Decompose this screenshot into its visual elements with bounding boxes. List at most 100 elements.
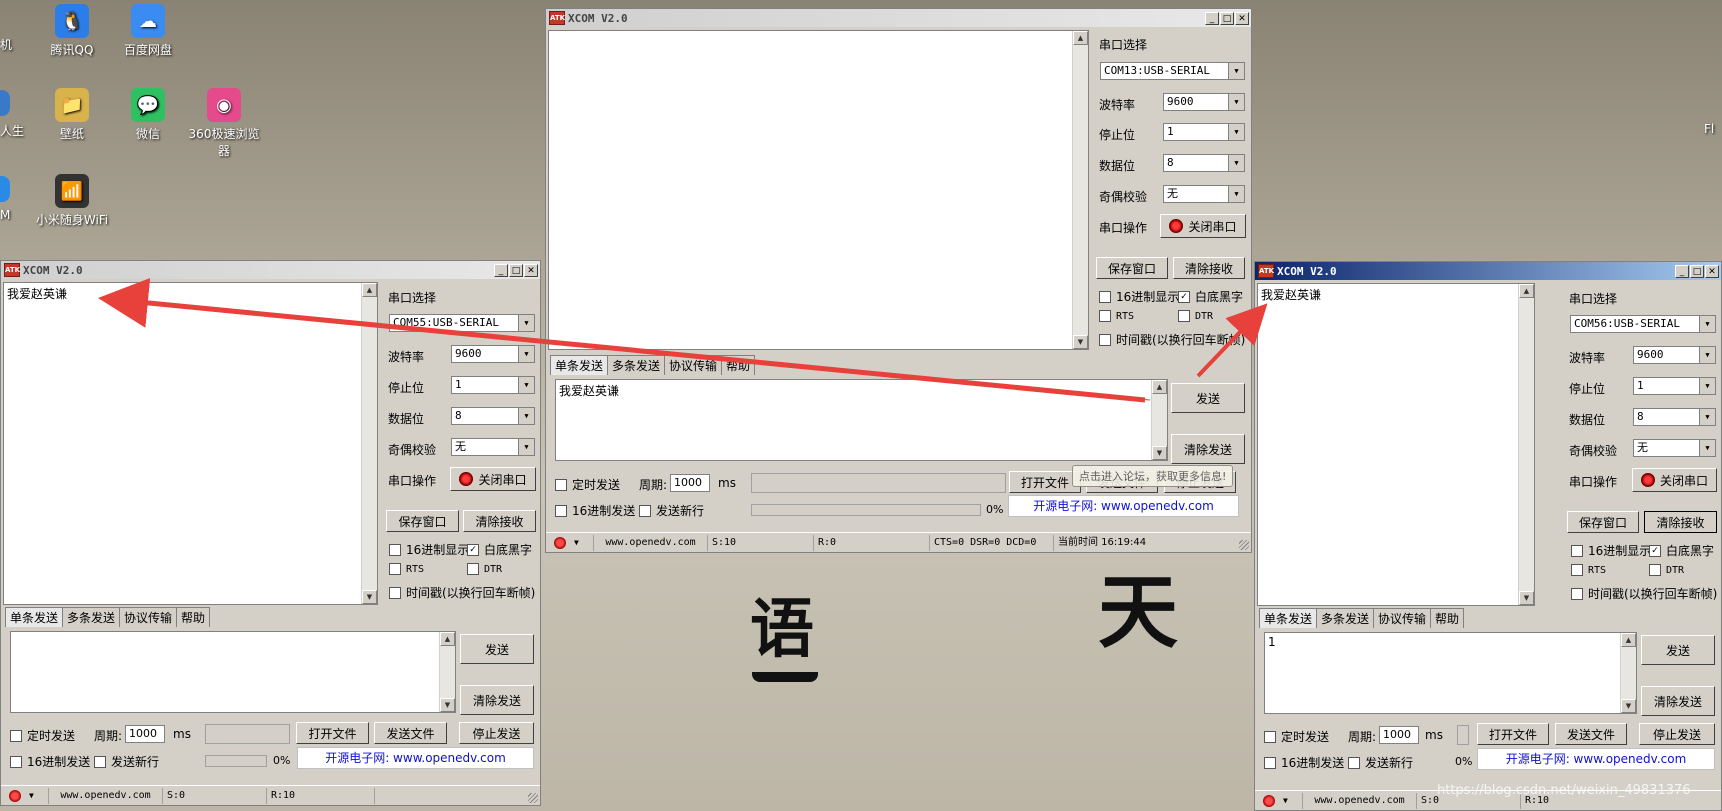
openedv-link[interactable]: 开源电子网: www.openedv.com — [297, 747, 534, 769]
desktop-icon-baidu-netdisk[interactable]: ☁ 百度网盘 — [108, 4, 188, 58]
status-dropdown[interactable]: ▼ — [570, 534, 594, 551]
baud-combo[interactable]: 9600 ▼ — [451, 345, 535, 363]
desktop-icon-qq[interactable]: 🐧 腾讯QQ — [32, 4, 112, 58]
timestamp-checkbox[interactable]: 时间戳(以换行回车断帧) — [1099, 331, 1245, 348]
tab-help[interactable]: 帮助 — [721, 355, 756, 375]
tab-protocol[interactable]: 协议传输 — [1373, 608, 1432, 628]
send-textarea[interactable]: 1 ▲ ▼ — [1264, 632, 1637, 714]
window-titlebar[interactable]: ATK XCOM V2.0 _ □ ✕ — [1255, 262, 1721, 280]
white-bg-checkbox[interactable]: ✓ 白底黑字 — [467, 541, 532, 558]
port-combo[interactable]: COM56:USB-SERIAL ▼ — [1570, 315, 1716, 333]
status-dropdown[interactable]: ▼ — [25, 787, 49, 804]
scroll-up-icon[interactable]: ▲ — [362, 283, 377, 297]
save-window-button[interactable]: 保存窗口 — [1567, 511, 1639, 533]
send-file-button[interactable]: 发送文件 — [374, 722, 447, 744]
tab-single-send[interactable]: 单条发送 — [550, 355, 609, 375]
receive-area[interactable]: ▲ ▼ — [548, 30, 1089, 350]
scroll-down-icon[interactable]: ▼ — [1519, 591, 1534, 605]
receive-area[interactable]: 我爱赵英谦 ▲ ▼ — [1257, 283, 1535, 606]
hex-display-checkbox[interactable]: 16进制显示 — [1099, 288, 1179, 305]
tab-multi-send[interactable]: 多条发送 — [607, 355, 666, 375]
desktop-edge-icon[interactable] — [0, 176, 10, 202]
tab-multi-send[interactable]: 多条发送 — [62, 607, 121, 627]
hex-send-checkbox[interactable]: 16进制发送 — [10, 753, 90, 770]
send-scrollbar[interactable]: ▲ ▼ — [1151, 380, 1167, 460]
scroll-down-icon[interactable]: ▼ — [1073, 335, 1088, 349]
openedv-link[interactable]: 开源电子网: www.openedv.com — [1477, 748, 1715, 770]
maximize-button[interactable]: □ — [509, 263, 523, 277]
white-bg-checkbox[interactable]: ✓ 白底黑字 — [1178, 288, 1243, 305]
rts-checkbox[interactable]: RTS — [389, 563, 424, 575]
timed-send-checkbox[interactable]: 定时发送 — [10, 727, 75, 744]
send-textarea[interactable]: 我爱赵英谦 ▲ ▼ — [555, 379, 1168, 461]
resize-grip-icon[interactable] — [1239, 540, 1249, 550]
timestamp-checkbox[interactable]: 时间戳(以换行回车断帧) — [1571, 585, 1717, 602]
port-combo[interactable]: COM55:USB-SERIAL ▼ — [389, 314, 535, 332]
desktop-icon-360-browser[interactable]: ◉ 360极速浏览器 — [184, 88, 264, 159]
clear-receive-button[interactable]: 清除接收 — [463, 510, 536, 532]
white-bg-checkbox[interactable]: ✓ 白底黑字 — [1649, 542, 1714, 559]
hex-send-checkbox[interactable]: 16进制发送 — [1264, 754, 1344, 771]
window-titlebar[interactable]: ATK XCOM V2.0 _ □ ✕ — [1, 261, 540, 279]
parity-combo[interactable]: 无 ▼ — [1633, 439, 1716, 457]
dtr-checkbox[interactable]: DTR — [467, 563, 502, 575]
send-newline-checkbox[interactable]: 发送新行 — [94, 753, 159, 770]
clear-send-button[interactable]: 清除发送 — [1641, 686, 1715, 716]
window-titlebar[interactable]: ATK XCOM V2.0 _ □ ✕ — [546, 9, 1251, 27]
stop-bits-combo[interactable]: 1 ▼ — [1163, 123, 1245, 141]
data-bits-combo[interactable]: 8 ▼ — [1633, 408, 1716, 426]
send-file-button[interactable]: 发送文件 — [1555, 723, 1627, 745]
save-window-button[interactable]: 保存窗口 — [1096, 257, 1168, 279]
desktop-edge-label[interactable]: 机 — [0, 36, 12, 53]
send-newline-checkbox[interactable]: 发送新行 — [639, 502, 704, 519]
desktop-edge-label[interactable]: Fl — [1704, 122, 1714, 136]
save-window-button[interactable]: 保存窗口 — [386, 510, 459, 532]
dtr-checkbox[interactable]: DTR — [1649, 564, 1684, 576]
desktop-edge-icon[interactable] — [0, 90, 10, 116]
scroll-up-icon[interactable]: ▲ — [440, 632, 455, 646]
minimize-button[interactable]: _ — [1675, 264, 1689, 278]
stop-send-button[interactable]: 停止发送 — [1639, 723, 1715, 745]
close-port-button[interactable]: 关闭串口 — [450, 467, 536, 491]
parity-combo[interactable]: 无 ▼ — [1163, 185, 1245, 203]
tab-single-send[interactable]: 单条发送 — [5, 607, 64, 627]
clear-receive-button[interactable]: 清除接收 — [1173, 257, 1245, 279]
status-site[interactable]: www.openedv.com — [49, 787, 163, 804]
close-button[interactable]: ✕ — [524, 263, 538, 277]
period-input[interactable]: 1000 — [1379, 726, 1419, 744]
send-scrollbar[interactable]: ▲ ▼ — [439, 632, 455, 712]
scroll-down-icon[interactable]: ▼ — [1621, 699, 1636, 713]
timestamp-checkbox[interactable]: 时间戳(以换行回车断帧) — [389, 584, 535, 601]
tab-help[interactable]: 帮助 — [1430, 608, 1465, 628]
scroll-down-icon[interactable]: ▼ — [362, 590, 377, 604]
clear-send-button[interactable]: 清除发送 — [460, 685, 534, 715]
desktop-icon-wallpaper-folder[interactable]: 📁 壁纸 — [32, 88, 112, 142]
scroll-up-icon[interactable]: ▲ — [1073, 31, 1088, 45]
tab-multi-send[interactable]: 多条发送 — [1316, 608, 1375, 628]
data-bits-combo[interactable]: 8 ▼ — [1163, 154, 1245, 172]
minimize-button[interactable]: _ — [1205, 11, 1219, 25]
receive-area[interactable]: 我爱赵英谦 ▲ ▼ — [3, 282, 378, 605]
receive-scrollbar[interactable]: ▲ ▼ — [1518, 284, 1534, 605]
timed-send-checkbox[interactable]: 定时发送 — [1264, 728, 1329, 745]
desktop-edge-label[interactable]: M — [0, 208, 10, 222]
send-textarea[interactable]: ▲ ▼ — [10, 631, 456, 713]
close-port-button[interactable]: 关闭串口 — [1632, 468, 1717, 492]
data-bits-combo[interactable]: 8 ▼ — [451, 407, 535, 425]
close-button[interactable]: ✕ — [1235, 11, 1249, 25]
stop-bits-combo[interactable]: 1 ▼ — [1633, 377, 1716, 395]
baud-combo[interactable]: 9600 ▼ — [1163, 93, 1245, 111]
period-input[interactable]: 1000 — [125, 725, 165, 743]
maximize-button[interactable]: □ — [1220, 11, 1234, 25]
rts-checkbox[interactable]: RTS — [1099, 310, 1134, 322]
baud-combo[interactable]: 9600 ▼ — [1633, 346, 1716, 364]
open-file-button[interactable]: 打开文件 — [1009, 471, 1081, 493]
stop-bits-combo[interactable]: 1 ▼ — [451, 376, 535, 394]
clear-send-button[interactable]: 清除发送 — [1171, 434, 1245, 464]
hex-send-checkbox[interactable]: 16进制发送 — [555, 502, 635, 519]
close-button[interactable]: ✕ — [1705, 264, 1719, 278]
status-site[interactable]: www.openedv.com — [594, 534, 708, 551]
send-button[interactable]: 发送 — [1641, 635, 1715, 665]
tab-help[interactable]: 帮助 — [176, 607, 211, 627]
clear-receive-button[interactable]: 清除接收 — [1644, 511, 1717, 533]
